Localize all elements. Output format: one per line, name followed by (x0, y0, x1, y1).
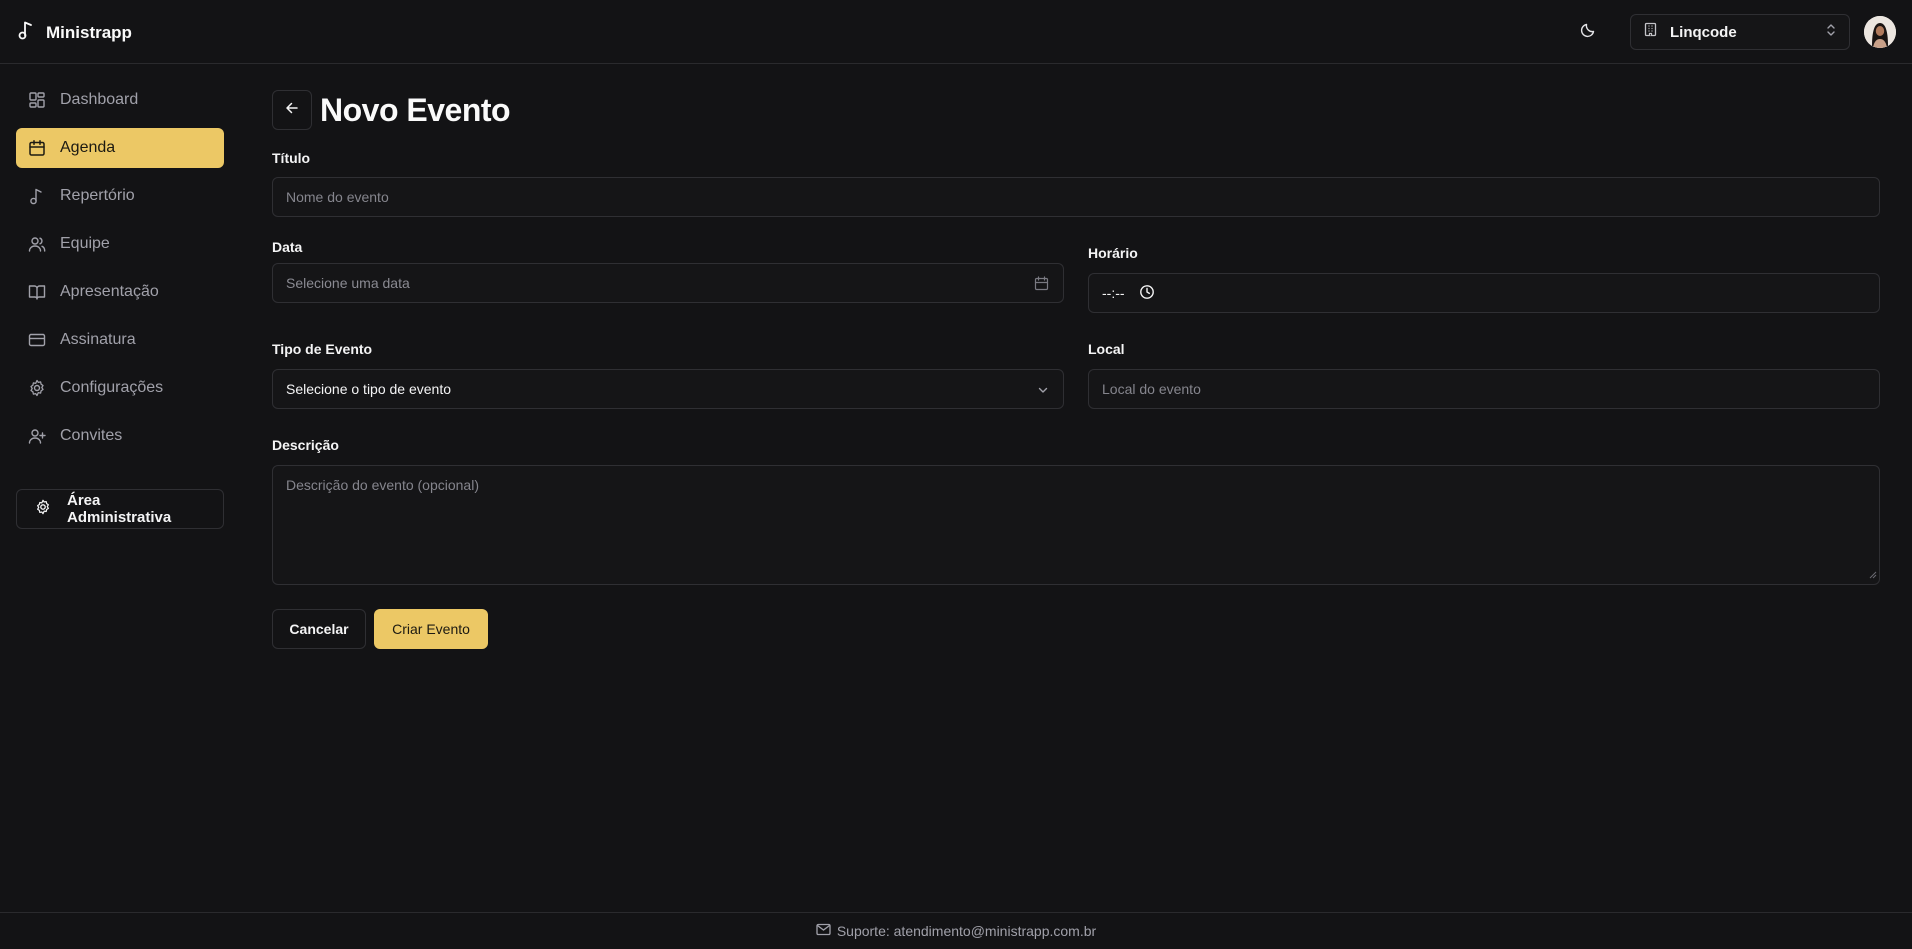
footer: Suporte: atendimento@ministrapp.com.br (0, 912, 1912, 949)
event-type-label: Tipo de Evento (272, 341, 373, 357)
sidebar-item-equipe[interactable]: Equipe (16, 224, 224, 264)
page-header: Novo Evento (272, 90, 511, 130)
back-button[interactable] (272, 90, 312, 130)
calendar-icon (28, 139, 46, 157)
gear-icon (28, 379, 46, 397)
description-placeholder: Descrição do evento (opcional) (286, 477, 479, 493)
admin-area-button[interactable]: Área Administrativa (16, 489, 224, 529)
sidebar-item-repertorio[interactable]: Repertório (16, 176, 224, 216)
arrow-left-icon (285, 101, 299, 120)
location-label: Local (1088, 341, 1125, 357)
page-title: Novo Evento (320, 91, 511, 128)
create-event-button[interactable]: Criar Evento (374, 609, 488, 649)
book-open-icon (28, 283, 46, 301)
sidebar-item-label: Repertório (60, 187, 135, 204)
resize-handle-icon[interactable] (1867, 566, 1877, 582)
mail-icon (816, 923, 831, 939)
organization-name: Linqcode (1670, 23, 1737, 41)
dashboard-icon (28, 91, 46, 109)
chevron-down-icon (1037, 383, 1049, 399)
music-note-icon (28, 187, 46, 205)
building-icon (1643, 22, 1658, 42)
sidebar-item-label: Convites (60, 427, 123, 444)
event-type-select[interactable]: Selecione o tipo de evento (272, 369, 1064, 409)
calendar-icon (1034, 276, 1049, 294)
title-input[interactable] (286, 189, 1866, 205)
description-textarea[interactable]: Descrição do evento (opcional) (272, 465, 1880, 585)
clock-icon[interactable] (1139, 284, 1155, 303)
sidebar-item-dashboard[interactable]: Dashboard (16, 80, 224, 120)
title-field[interactable] (272, 177, 1880, 217)
sidebar-item-agenda[interactable]: Agenda (16, 128, 224, 168)
sidebar-item-convites[interactable]: Convites (16, 416, 224, 456)
theme-toggle-button[interactable] (1570, 14, 1606, 50)
gear-icon (35, 499, 51, 519)
brand[interactable]: Ministrapp (18, 20, 132, 45)
users-icon (28, 235, 46, 253)
sidebar-item-label: Agenda (60, 139, 116, 156)
sidebar-item-label: Configurações (60, 379, 164, 396)
moon-icon (1580, 22, 1596, 43)
credit-card-icon (28, 331, 46, 349)
sidebar-item-configuracoes[interactable]: Configurações (16, 368, 224, 408)
sidebar-item-assinatura[interactable]: Assinatura (16, 320, 224, 360)
music-note-icon (18, 20, 36, 45)
sidebar-item-label: Dashboard (60, 91, 139, 108)
organization-select[interactable]: Linqcode (1630, 14, 1850, 50)
sidebar: Dashboard Agenda Repertório Equipe Apres… (0, 64, 240, 912)
title-label: Título (272, 150, 311, 166)
support-link[interactable]: Suporte: atendimento@ministrapp.com.br (837, 923, 1096, 939)
sidebar-item-label: Apresentação (60, 283, 159, 300)
sidebar-item-label: Assinatura (60, 331, 136, 348)
sidebar-item-apresentacao[interactable]: Apresentação (16, 272, 224, 312)
cancel-button[interactable]: Cancelar (272, 609, 366, 649)
sidebar-item-label: Equipe (60, 235, 110, 252)
date-placeholder: Selecione uma data (286, 275, 410, 291)
time-label: Horário (1088, 245, 1138, 261)
user-plus-icon (28, 427, 46, 445)
chevrons-up-down-icon (1825, 23, 1837, 42)
top-bar: Ministrapp Linqcode (0, 0, 1912, 64)
location-input[interactable] (1102, 381, 1866, 397)
app-name: Ministrapp (46, 22, 132, 42)
time-field[interactable]: --:-- (1088, 273, 1880, 313)
location-field[interactable] (1088, 369, 1880, 409)
time-value: --:-- (1102, 285, 1125, 301)
admin-area-label: Área Administrativa (67, 492, 172, 526)
date-label: Data (272, 239, 303, 255)
sidebar-nav: Dashboard Agenda Repertório Equipe Apres… (16, 80, 224, 464)
event-type-value: Selecione o tipo de evento (286, 381, 452, 397)
description-label: Descrição (272, 437, 339, 453)
user-avatar[interactable] (1864, 16, 1896, 48)
date-picker[interactable]: Selecione uma data (272, 263, 1064, 303)
